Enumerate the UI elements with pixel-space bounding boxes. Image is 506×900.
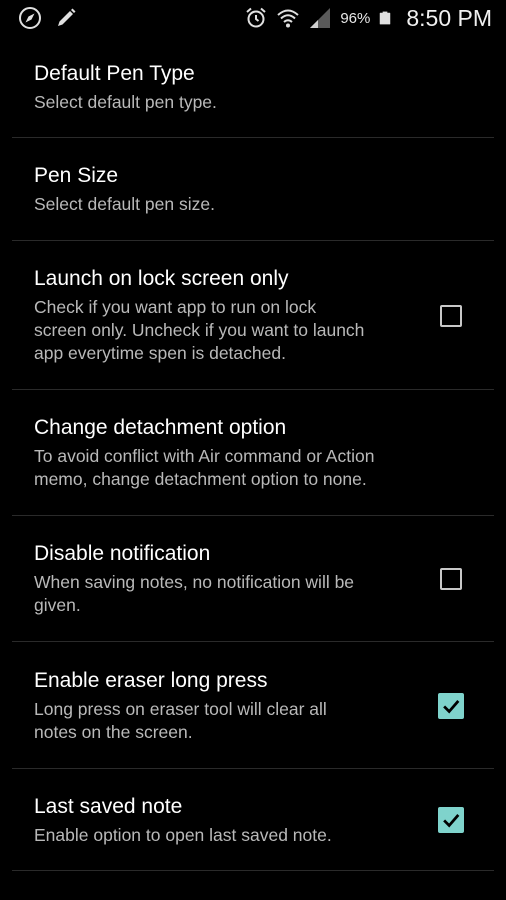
eraser-long-press-checkbox[interactable] <box>438 692 464 719</box>
battery-percent: 96% <box>340 9 371 27</box>
summary-line: given. <box>34 595 81 615</box>
settings-list: Default Pen Type Select default pen type… <box>0 36 506 871</box>
setting-texts: Last saved note Enable option to open la… <box>34 794 438 847</box>
setting-texts: Enable eraser long press Long press on e… <box>34 668 438 744</box>
summary-line: notes on the screen. <box>34 721 193 742</box>
disable-notification-checkbox[interactable] <box>440 568 462 590</box>
setting-texts: Disable notification When saving notes, … <box>34 541 440 617</box>
summary-line: screen only. Uncheck if you want to laun… <box>34 320 365 340</box>
setting-texts: Change detachment option To avoid confli… <box>34 415 506 491</box>
setting-last-saved-note[interactable]: Last saved note Enable option to open la… <box>0 769 506 871</box>
summary-line: app everytime spen is detached. <box>34 343 286 363</box>
lock-screen-only-checkbox[interactable] <box>440 304 462 327</box>
setting-texts: Default Pen Type Select default pen type… <box>34 61 506 114</box>
summary-line: Check if you want app to run on lock <box>34 297 317 317</box>
status-bar-left <box>18 6 78 30</box>
setting-title: Last saved note <box>34 794 183 818</box>
setting-summary: To avoid conflict with Air command or Ac… <box>34 445 486 491</box>
signal-icon <box>310 8 331 28</box>
setting-default-pen-type[interactable]: Default Pen Type Select default pen type… <box>0 36 506 138</box>
pen-icon <box>58 8 76 26</box>
setting-texts: Pen Size Select default pen size. <box>34 163 506 216</box>
setting-disable-notification[interactable]: Disable notification When saving notes, … <box>0 516 506 642</box>
status-bar-right: 96% 8:50 PM <box>244 5 492 32</box>
setting-title: Default Pen Type <box>34 61 195 85</box>
setting-title: Launch on lock screen only <box>34 267 289 290</box>
compass-icon <box>19 7 41 29</box>
setting-summary: When saving notes, no notification will … <box>34 571 420 617</box>
summary-line: To avoid conflict with Air command or Ac… <box>34 446 375 466</box>
setting-title: Pen Size <box>34 164 119 187</box>
summary-line: Long press on eraser tool will clear all <box>34 698 327 719</box>
summary-line: When saving notes, no notification will … <box>34 572 355 592</box>
setting-summary: Select default pen size. <box>34 194 215 214</box>
setting-texts: Launch on lock screen only Check if you … <box>34 266 440 365</box>
setting-summary: Check if you want app to run on lock scr… <box>34 296 420 365</box>
setting-title: Disable notification <box>34 542 211 565</box>
setting-summary: Long press on eraser tool will clear all… <box>34 698 418 744</box>
setting-change-detachment-option[interactable]: Change detachment option To avoid confli… <box>0 390 506 516</box>
setting-title: Change detachment option <box>34 416 287 439</box>
battery-icon <box>380 11 391 25</box>
checkmark-icon <box>443 699 460 714</box>
wifi-icon <box>277 9 299 28</box>
setting-enable-eraser-long-press[interactable]: Enable eraser long press Long press on e… <box>0 642 506 769</box>
summary-line: memo, change detachment option to none. <box>34 469 367 489</box>
checkmark-icon <box>443 814 460 828</box>
alarm-icon <box>246 7 266 28</box>
setting-pen-size[interactable]: Pen Size Select default pen size. <box>0 138 506 241</box>
setting-summary: Select default pen type. <box>34 91 217 112</box>
setting-launch-on-lock-screen[interactable]: Launch on lock screen only Check if you … <box>0 241 506 390</box>
setting-summary: Enable option to open last saved note. <box>34 824 332 845</box>
last-saved-note-checkbox[interactable] <box>438 807 464 833</box>
divider <box>12 870 494 871</box>
status-bar: 96% 8:50 PM <box>0 0 506 36</box>
setting-title: Enable eraser long press <box>34 668 268 692</box>
clock: 8:50 PM <box>406 4 492 31</box>
